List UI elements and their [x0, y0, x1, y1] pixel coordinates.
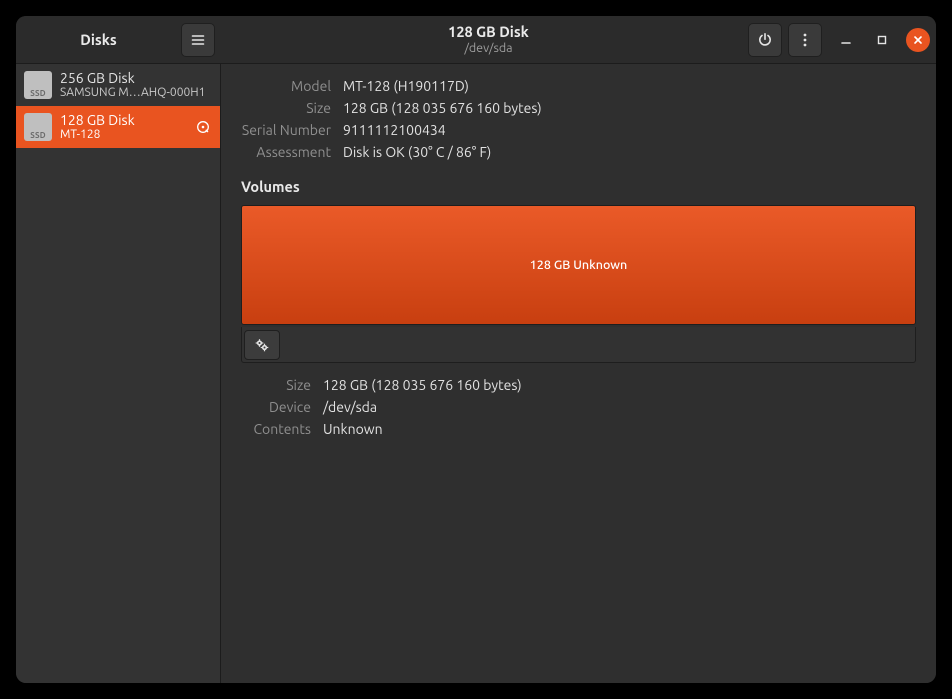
window-minimize-button[interactable]	[834, 28, 858, 52]
power-icon	[757, 32, 773, 48]
titlebar-left: Disks	[16, 16, 221, 63]
disk-item-labels: 256 GB Disk SAMSUNG M…AHQ-000H1	[60, 70, 212, 100]
serial-label: Serial Number	[225, 122, 331, 138]
disks-window: Disks 128 GB Disk /dev/sda	[16, 16, 936, 683]
titlebar-right	[748, 16, 930, 63]
volume-details: Size 128 GB (128 035 676 160 bytes) Devi…	[225, 377, 918, 437]
disk-item-labels: 128 GB Disk MT-128	[60, 112, 186, 142]
close-icon	[913, 35, 923, 45]
volume-segment[interactable]: 128 GB Unknown	[242, 206, 915, 324]
window-close-button[interactable]	[906, 28, 930, 52]
app-menu-button[interactable]	[181, 23, 215, 57]
volume-settings-button[interactable]	[244, 330, 280, 360]
vol-device-value: /dev/sda	[323, 399, 918, 415]
app-title: Disks	[24, 31, 173, 48]
serial-value: 9111112100434	[343, 122, 918, 138]
assessment-value: Disk is OK (30° C / 86° F)	[343, 144, 918, 160]
vol-size-label: Size	[225, 377, 311, 393]
volume-toolbar	[241, 327, 916, 363]
content-pane: Model MT-128 (H190117D) Size 128 GB (128…	[221, 64, 936, 683]
drive-options-button[interactable]	[788, 23, 822, 57]
volumes-panel: 128 GB Unknown	[241, 205, 916, 363]
disk-item-subtitle: SAMSUNG M…AHQ-000H1	[60, 86, 212, 100]
disk-item-subtitle: MT-128	[60, 128, 186, 142]
titlebar: Disks 128 GB Disk /dev/sda	[16, 16, 936, 64]
hamburger-icon	[190, 32, 206, 48]
sidebar-disk-item[interactable]: SSD 256 GB Disk SAMSUNG M…AHQ-000H1	[16, 64, 220, 106]
maximize-icon	[876, 34, 888, 46]
size-label: Size	[225, 100, 331, 116]
size-value: 128 GB (128 035 676 160 bytes)	[343, 100, 918, 116]
assessment-label: Assessment	[225, 144, 331, 160]
ssd-icon-text: SSD	[30, 131, 46, 140]
window-maximize-button[interactable]	[870, 28, 894, 52]
sidebar-disk-item-selected[interactable]: SSD 128 GB Disk MT-128	[16, 106, 220, 148]
ssd-icon: SSD	[24, 71, 52, 99]
vol-size-value: 128 GB (128 035 676 160 bytes)	[323, 377, 918, 393]
kebab-icon	[797, 32, 813, 48]
drive-power-button[interactable]	[748, 23, 782, 57]
volumes-heading: Volumes	[241, 178, 918, 195]
disk-details: Model MT-128 (H190117D) Size 128 GB (128…	[225, 78, 918, 160]
ssd-icon-text: SSD	[30, 89, 46, 98]
disk-item-title: 128 GB Disk	[60, 112, 186, 128]
volume-segment-label: 128 GB Unknown	[530, 258, 627, 272]
vol-device-label: Device	[225, 399, 311, 415]
titlebar-center: 128 GB Disk /dev/sda	[221, 16, 756, 63]
window-body: SSD 256 GB Disk SAMSUNG M…AHQ-000H1 SSD …	[16, 64, 936, 683]
vol-contents-value: Unknown	[323, 421, 918, 437]
model-label: Model	[225, 78, 331, 94]
ssd-icon: SSD	[24, 113, 52, 141]
disk-sidebar: SSD 256 GB Disk SAMSUNG M…AHQ-000H1 SSD …	[16, 64, 221, 683]
minimize-icon	[840, 34, 852, 46]
selected-disk-title: 128 GB Disk	[448, 23, 529, 40]
gear-icon	[254, 337, 270, 353]
disk-item-title: 256 GB Disk	[60, 70, 212, 86]
volume-graph: 128 GB Unknown	[241, 205, 916, 325]
disk-activity-icon	[194, 118, 212, 136]
model-value: MT-128 (H190117D)	[343, 78, 918, 94]
vol-contents-label: Contents	[225, 421, 311, 437]
selected-disk-path: /dev/sda	[464, 41, 512, 56]
